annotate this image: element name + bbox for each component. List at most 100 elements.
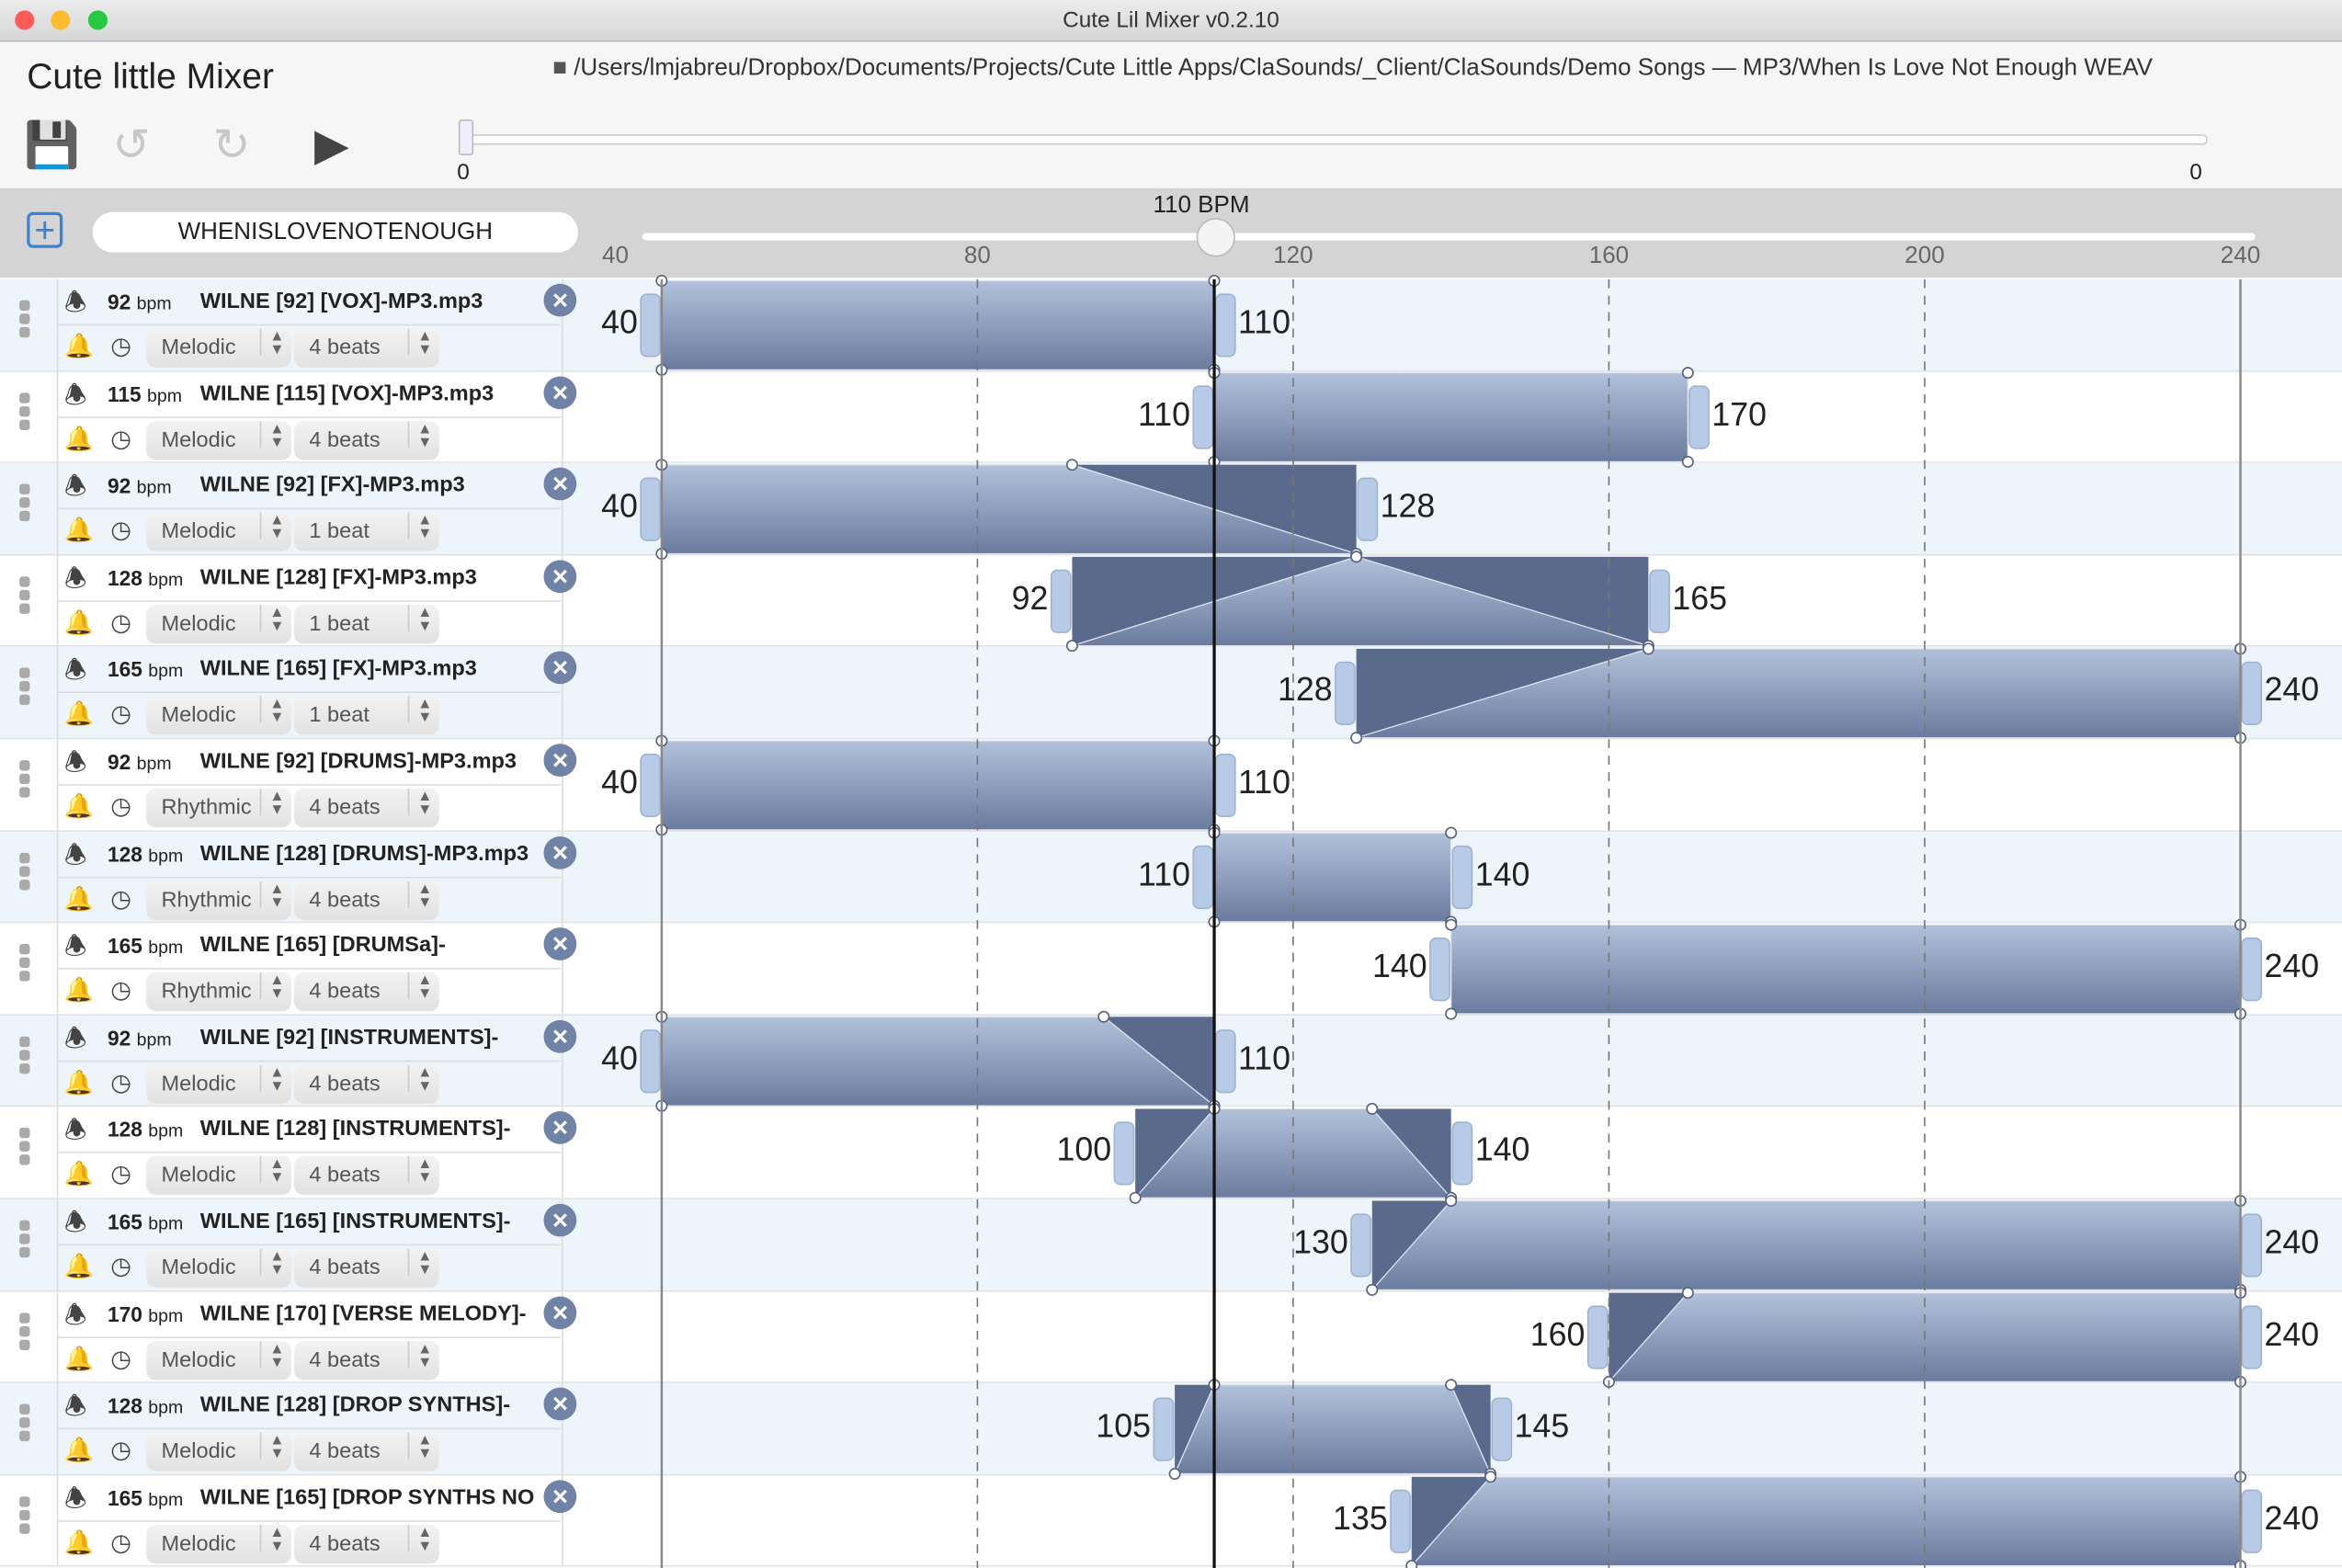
save-icon[interactable]: 💾 <box>24 119 80 174</box>
track-beats-select[interactable]: 1 beat ▲▼ <box>294 604 439 644</box>
redo-icon[interactable]: ↻ <box>206 119 256 174</box>
track-beats-select[interactable]: 1 beat ▲▼ <box>294 512 439 551</box>
bell-outline-icon[interactable]: 🕭 <box>64 927 87 971</box>
bell-filled-icon[interactable]: 🔔 <box>64 332 94 362</box>
drag-handle-icon[interactable] <box>19 1312 31 1353</box>
track-beats-select[interactable]: 4 beats ▲▼ <box>294 1432 439 1471</box>
track-beats-select[interactable]: 4 beats ▲▼ <box>294 1064 439 1104</box>
seek-slider[interactable] <box>466 134 2208 145</box>
drag-handle-icon[interactable] <box>19 760 31 801</box>
remove-track-icon[interactable]: ✕ <box>543 467 577 501</box>
track-type-select[interactable]: Melodic ▲▼ <box>146 512 291 551</box>
bell-filled-icon[interactable]: 🔔 <box>64 1068 94 1098</box>
track-type-select[interactable]: Melodic ▲▼ <box>146 696 291 736</box>
close-window-button[interactable] <box>15 10 35 30</box>
bell-outline-icon[interactable]: 🕭 <box>64 468 87 511</box>
bell-filled-icon[interactable]: 🔔 <box>64 1344 94 1374</box>
bell-outline-icon[interactable]: 🕭 <box>64 1480 87 1523</box>
bell-outline-icon[interactable]: 🕭 <box>64 652 87 695</box>
drag-handle-icon[interactable] <box>19 483 31 525</box>
remove-track-icon[interactable]: ✕ <box>543 744 577 777</box>
bell-outline-icon[interactable]: 🕭 <box>64 1204 87 1247</box>
remove-track-icon[interactable]: ✕ <box>543 283 577 317</box>
bell-outline-icon[interactable]: 🕭 <box>64 1388 87 1431</box>
remove-track-icon[interactable]: ✕ <box>543 652 577 685</box>
track-type-select[interactable]: Rhythmic ▲▼ <box>146 972 291 1012</box>
track-type-select[interactable]: Rhythmic ▲▼ <box>146 789 291 828</box>
drag-handle-icon[interactable] <box>19 852 31 892</box>
track-type-select[interactable]: Melodic ▲▼ <box>146 1156 291 1196</box>
track-beats-select[interactable]: 4 beats ▲▼ <box>294 1156 439 1196</box>
zoom-window-button[interactable] <box>87 10 108 30</box>
stepper-arrows-icon: ▲▼ <box>259 1064 291 1092</box>
bell-outline-icon[interactable]: 🕭 <box>64 1296 87 1339</box>
bell-outline-icon[interactable]: 🕭 <box>64 376 87 419</box>
bell-outline-icon[interactable]: 🕭 <box>64 284 87 327</box>
track-beats-select[interactable]: 1 beat ▲▼ <box>294 696 439 736</box>
remove-track-icon[interactable]: ✕ <box>543 560 577 593</box>
bell-filled-icon[interactable]: 🔔 <box>64 1160 94 1190</box>
bell-filled-icon[interactable]: 🔔 <box>64 1252 94 1282</box>
track-beats-select[interactable]: 4 beats ▲▼ <box>294 789 439 828</box>
bell-filled-icon[interactable]: 🔔 <box>64 1528 94 1558</box>
track-type-select[interactable]: Melodic ▲▼ <box>146 1524 291 1564</box>
bell-outline-icon[interactable]: 🕭 <box>64 1020 87 1063</box>
track-type-select[interactable]: Rhythmic ▲▼ <box>146 881 291 920</box>
track-type-select[interactable]: Melodic ▲▼ <box>146 1340 291 1380</box>
bpm-slider-handle[interactable] <box>1196 218 1235 257</box>
seek-slider-handle[interactable] <box>458 119 474 155</box>
remove-track-icon[interactable]: ✕ <box>543 375 577 409</box>
drag-handle-icon[interactable] <box>19 1495 31 1537</box>
bell-filled-icon[interactable]: 🔔 <box>64 424 94 454</box>
bell-filled-icon[interactable]: 🔔 <box>64 516 94 546</box>
drag-handle-icon[interactable] <box>19 1036 31 1076</box>
remove-track-icon[interactable]: ✕ <box>543 835 577 869</box>
track-type-select[interactable]: Melodic ▲▼ <box>146 328 291 368</box>
track-type-select[interactable]: Melodic ▲▼ <box>146 1064 291 1104</box>
remove-track-icon[interactable]: ✕ <box>543 1111 577 1145</box>
drag-handle-icon[interactable] <box>19 1220 31 1261</box>
bell-filled-icon[interactable]: 🔔 <box>64 883 94 914</box>
track-type-select[interactable]: Melodic ▲▼ <box>146 420 291 460</box>
track-beats-select[interactable]: 4 beats ▲▼ <box>294 1248 439 1288</box>
remove-track-icon[interactable]: ✕ <box>543 1019 577 1053</box>
drag-handle-icon[interactable] <box>19 300 31 341</box>
remove-track-icon[interactable]: ✕ <box>543 1387 577 1421</box>
track-type-select[interactable]: Melodic ▲▼ <box>146 1432 291 1471</box>
remove-track-icon[interactable]: ✕ <box>543 1480 577 1513</box>
remove-track-icon[interactable]: ✕ <box>543 1295 577 1329</box>
drag-handle-icon[interactable] <box>19 575 31 617</box>
bell-outline-icon[interactable]: 🕭 <box>64 835 87 879</box>
remove-track-icon[interactable]: ✕ <box>543 927 577 961</box>
bell-filled-icon[interactable]: 🔔 <box>64 975 94 1006</box>
remove-track-icon[interactable]: ✕ <box>543 1203 577 1237</box>
drag-handle-icon[interactable] <box>19 944 31 984</box>
undo-icon[interactable]: ↺ <box>106 119 156 174</box>
track-beats-select[interactable]: 4 beats ▲▼ <box>294 328 439 368</box>
track-type-select[interactable]: Melodic ▲▼ <box>146 1248 291 1288</box>
track-beats-select[interactable]: 4 beats ▲▼ <box>294 881 439 920</box>
drag-handle-icon[interactable] <box>19 668 31 709</box>
minimize-window-button[interactable] <box>51 10 71 30</box>
play-icon[interactable]: ▶ <box>306 119 357 174</box>
bell-outline-icon[interactable]: 🕭 <box>64 560 87 603</box>
track-type-select[interactable]: Melodic ▲▼ <box>146 604 291 644</box>
bell-filled-icon[interactable]: 🔔 <box>64 699 94 730</box>
track-beats-select[interactable]: 4 beats ▲▼ <box>294 1340 439 1380</box>
drag-handle-icon[interactable] <box>19 392 31 433</box>
track-beats-select[interactable]: 4 beats ▲▼ <box>294 972 439 1012</box>
bell-filled-icon[interactable]: 🔔 <box>64 791 94 822</box>
add-track-button[interactable]: + <box>27 211 63 249</box>
drag-handle-icon[interactable] <box>19 1128 31 1169</box>
bell-filled-icon[interactable]: 🔔 <box>64 1436 94 1466</box>
bell-filled-icon[interactable]: 🔔 <box>64 608 94 638</box>
drag-handle-icon[interactable] <box>19 1403 31 1445</box>
track-range-start: 140 <box>1372 947 1427 985</box>
track-beats-select[interactable]: 4 beats ▲▼ <box>294 1524 439 1564</box>
bpm-slider[interactable] <box>642 233 2256 241</box>
bell-outline-icon[interactable]: 🕭 <box>64 744 87 787</box>
bell-outline-icon[interactable]: 🕭 <box>64 1112 87 1155</box>
song-name-field[interactable]: WHENISLOVENOTENOUGH <box>92 211 578 253</box>
track-beats-select[interactable]: 4 beats ▲▼ <box>294 420 439 460</box>
track-type-value: Rhythmic <box>161 888 252 913</box>
